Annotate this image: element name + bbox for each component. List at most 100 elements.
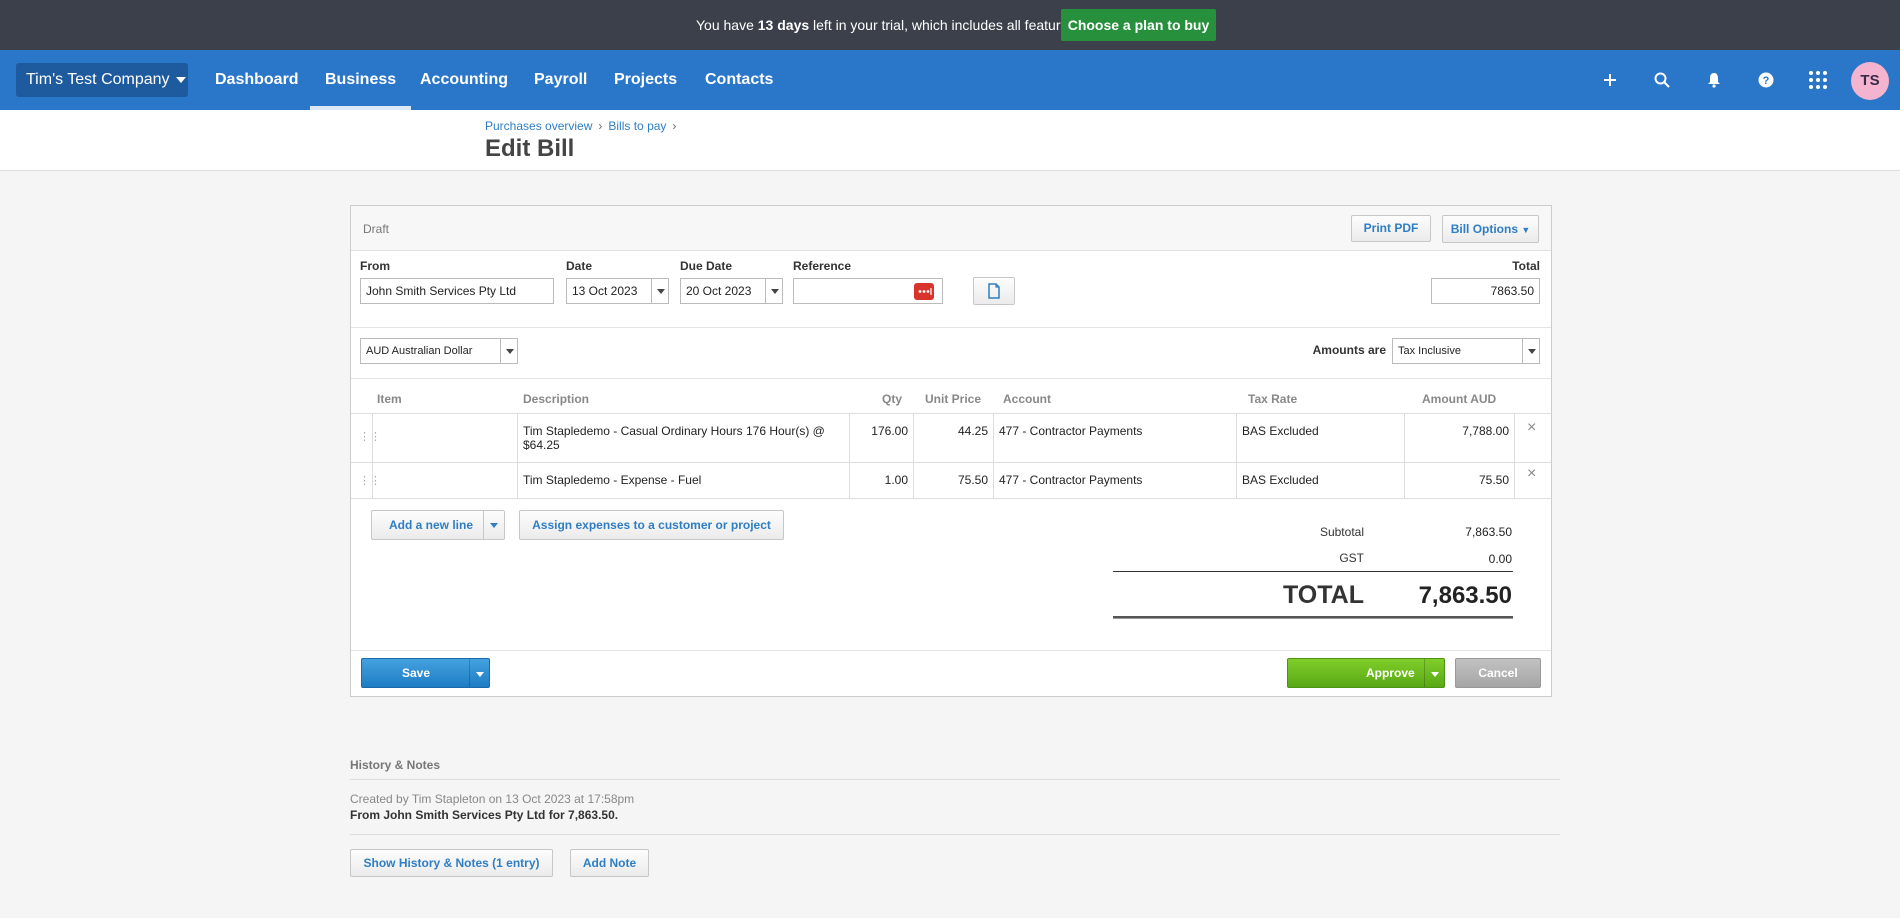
show-history-button[interactable]: Show History & Notes (1 entry) xyxy=(350,849,553,877)
bell-icon[interactable] xyxy=(1702,68,1726,92)
col-header-account: Account xyxy=(1003,392,1051,406)
tax-rate-cell[interactable]: BAS Excluded xyxy=(1236,463,1404,498)
approve-label: Approve xyxy=(1366,666,1415,680)
due-date-value: 20 Oct 2023 xyxy=(686,284,752,298)
organisation-name: Tim's Test Company xyxy=(26,71,170,88)
nav-accounting[interactable]: Accounting xyxy=(420,50,508,110)
date-input[interactable]: 13 Oct 2023 xyxy=(566,278,669,304)
grand-total-value: 7,863.50 xyxy=(1418,582,1512,609)
add-note-button[interactable]: Add Note xyxy=(570,849,649,877)
help-icon[interactable]: ? xyxy=(1754,68,1778,92)
breadcrumb-separator: › xyxy=(672,119,677,133)
nav-contacts[interactable]: Contacts xyxy=(705,50,773,110)
account-cell[interactable]: 477 - Contractor Payments xyxy=(993,463,1236,498)
currency-value: AUD Australian Dollar xyxy=(366,345,473,357)
password-manager-icon[interactable] xyxy=(914,283,934,300)
user-avatar[interactable]: TS xyxy=(1851,62,1889,100)
col-header-description: Description xyxy=(523,392,590,406)
chevron-down-icon xyxy=(175,76,186,83)
history-notes-title: History & Notes xyxy=(350,758,441,772)
apps-grid-icon[interactable] xyxy=(1806,68,1830,92)
page-header: Purchases overview › Bills to pay › Edit Bi… xyxy=(0,110,1900,171)
currency-dropdown-icon[interactable] xyxy=(500,338,518,364)
qty-cell[interactable]: 176.00 xyxy=(849,414,913,462)
item-cell[interactable] xyxy=(372,463,517,498)
save-button[interactable]: Save xyxy=(361,658,490,688)
divider xyxy=(351,327,1551,328)
add-new-line-button[interactable]: Add a new line xyxy=(371,510,505,540)
subtotal-label: Subtotal xyxy=(1319,525,1364,539)
save-options-dropdown[interactable] xyxy=(469,659,489,687)
history-entry-meta: Created by Tim Stapleton on 13 Oct 2023 … xyxy=(350,792,635,806)
cancel-button[interactable]: Cancel xyxy=(1455,658,1541,688)
tax-rate-cell[interactable]: BAS Excluded xyxy=(1236,414,1404,462)
attach-file-button[interactable] xyxy=(973,277,1015,305)
breadcrumb-bills-to-pay[interactable]: Bills to pay xyxy=(608,119,666,133)
choose-plan-button[interactable]: Choose a plan to buy xyxy=(1061,9,1216,41)
due-date-dropdown-icon[interactable] xyxy=(765,278,783,304)
document-icon xyxy=(988,283,1000,299)
col-header-tax-rate: Tax Rate xyxy=(1248,392,1298,406)
search-icon[interactable] xyxy=(1650,68,1674,92)
drag-handle-icon[interactable]: ⋮⋮ xyxy=(359,430,381,443)
totals-double-line xyxy=(1113,616,1513,619)
organisation-switcher[interactable]: Tim's Test Company xyxy=(16,63,188,97)
description-cell[interactable]: Tim Stapledemo - Casual Ordinary Hours 1… xyxy=(517,414,849,462)
page-title: Edit Bill xyxy=(485,135,575,162)
assign-expenses-button[interactable]: Assign expenses to a customer or project xyxy=(519,510,784,540)
amount-cell[interactable]: 7,788.00 xyxy=(1404,414,1514,462)
plus-icon[interactable] xyxy=(1598,68,1622,92)
from-label: From xyxy=(360,259,390,273)
total-input[interactable]: 7863.50 xyxy=(1431,278,1540,304)
delete-cell: × xyxy=(1514,463,1551,498)
amounts-are-dropdown-icon[interactable] xyxy=(1522,338,1540,364)
close-icon[interactable]: × xyxy=(1527,466,1536,482)
chevron-down-icon: ▼ xyxy=(1521,225,1531,235)
totals-divider xyxy=(1113,571,1513,572)
amounts-are-value: Tax Inclusive xyxy=(1398,345,1461,357)
bill-options-button[interactable]: Bill Options ▼ xyxy=(1442,215,1539,243)
table-row: ⋮⋮ Tim Stapledemo - Casual Ordinary Hour… xyxy=(351,413,1551,462)
nav-business[interactable]: Business xyxy=(309,50,412,110)
approve-options-dropdown[interactable] xyxy=(1424,659,1444,687)
unit-price-cell[interactable]: 44.25 xyxy=(913,414,993,462)
amounts-are-label: Amounts are xyxy=(1312,343,1386,357)
amount-cell[interactable]: 75.50 xyxy=(1404,463,1514,498)
top-navigation: Tim's Test Company Dashboard Business Ac… xyxy=(0,50,1900,110)
grand-total-label: TOTAL xyxy=(1282,581,1364,609)
gst-label: GST xyxy=(1339,551,1364,565)
nav-projects[interactable]: Projects xyxy=(614,50,677,110)
breadcrumb-purchases-overview[interactable]: Purchases overview xyxy=(485,119,592,133)
col-header-amount: Amount AUD xyxy=(1422,392,1497,406)
table-row: ⋮⋮ Tim Stapledemo - Expense - Fuel 1.00 … xyxy=(351,462,1551,499)
status-badge: Draft xyxy=(363,222,390,236)
date-value: 13 Oct 2023 xyxy=(572,284,638,298)
account-cell[interactable]: 477 - Contractor Payments xyxy=(993,414,1236,462)
qty-cell[interactable]: 1.00 xyxy=(849,463,913,498)
currency-select[interactable]: AUD Australian Dollar xyxy=(360,338,518,364)
unit-price-cell[interactable]: 75.50 xyxy=(913,463,993,498)
item-cell[interactable] xyxy=(372,414,517,462)
date-dropdown-icon[interactable] xyxy=(651,278,669,304)
history-entry-description: From John Smith Services Pty Ltd for 7,8… xyxy=(350,808,619,822)
due-date-input[interactable]: 20 Oct 2023 xyxy=(680,278,783,304)
nav-payroll[interactable]: Payroll xyxy=(534,50,587,110)
svg-text:?: ? xyxy=(1763,75,1770,87)
bill-panel-header: Draft Print PDF Bill Options ▼ xyxy=(351,206,1551,251)
approve-button[interactable]: Approve xyxy=(1287,658,1445,688)
description-cell[interactable]: Tim Stapledemo - Expense - Fuel xyxy=(517,463,849,498)
reference-label: Reference xyxy=(793,259,852,273)
col-header-unit-price: Unit Price xyxy=(925,392,982,406)
save-label: Save xyxy=(402,666,431,680)
amounts-are-select[interactable]: Tax Inclusive xyxy=(1392,338,1540,364)
print-pdf-button[interactable]: Print PDF xyxy=(1351,215,1431,242)
from-input[interactable]: John Smith Services Pty Ltd xyxy=(360,278,554,304)
nav-dashboard[interactable]: Dashboard xyxy=(215,50,299,110)
drag-handle-icon[interactable]: ⋮⋮ xyxy=(359,474,381,487)
divider xyxy=(350,834,1560,835)
subtotal-value: 7,863.50 xyxy=(1465,525,1512,539)
close-icon[interactable]: × xyxy=(1527,420,1536,436)
trial-banner: You have 13 days left in your trial, whi… xyxy=(0,0,1900,50)
add-line-dropdown[interactable] xyxy=(483,511,504,539)
breadcrumb: Purchases overview › Bills to pay › xyxy=(485,119,682,133)
